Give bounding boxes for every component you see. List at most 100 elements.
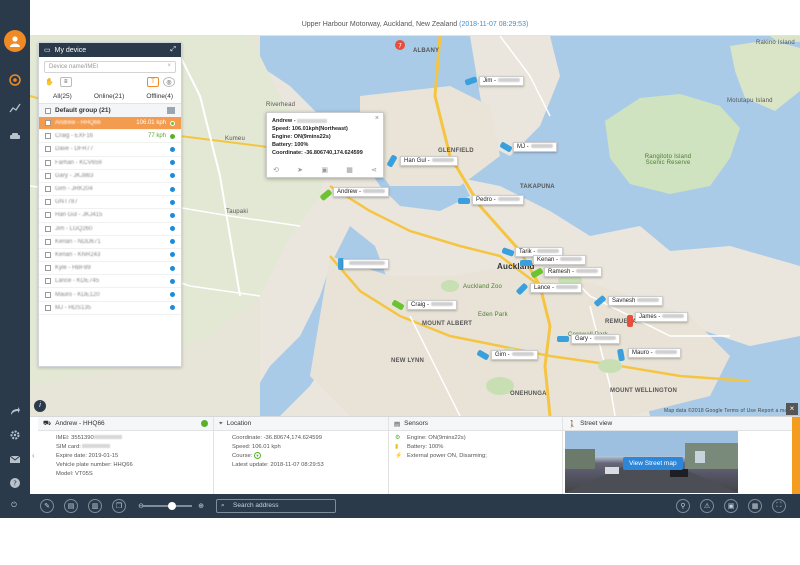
report-icon[interactable]: [7, 100, 23, 116]
alarm-icon[interactable]: ⚠: [700, 499, 714, 513]
device-checkbox[interactable]: [45, 278, 51, 285]
map-info-button[interactable]: i: [34, 400, 46, 412]
history-icon[interactable]: ⟲: [273, 166, 279, 174]
vehicle-marker[interactable]: [458, 198, 470, 204]
place-label: Rangitoto Island Scenic Reserve: [644, 154, 692, 166]
device-checkbox[interactable]: [45, 146, 51, 153]
device-row[interactable]: Gary - JKJ863: [39, 170, 181, 183]
vehicle-label[interactable]: Savnesh: [608, 296, 664, 306]
locate-button[interactable]: ◎: [163, 77, 175, 87]
device-row[interactable]: Mauro - KDE120: [39, 288, 181, 302]
vehicle-label[interactable]: Jim -: [479, 76, 524, 86]
copy-icon[interactable]: ❐: [112, 499, 126, 513]
device-checkbox[interactable]: [45, 238, 51, 245]
device-row[interactable]: MJ - HDS135: [39, 302, 181, 315]
vehicle-marker[interactable]: [557, 336, 569, 342]
fullscreen-icon[interactable]: ⛶: [772, 499, 786, 513]
vehicle-marker[interactable]: [520, 260, 532, 266]
vehicle-label[interactable]: Craig -: [407, 300, 458, 310]
vehicle-label[interactable]: Andrew -: [333, 187, 390, 197]
device-row[interactable]: Lance - KDE745: [39, 275, 181, 289]
zoom-slider-knob[interactable]: [168, 502, 176, 510]
expand-icon[interactable]: ⤢: [170, 46, 176, 54]
vehicle-label[interactable]: Lance -: [530, 283, 583, 293]
course-arrow-icon: ▼: [253, 452, 261, 459]
collapse-left-icon[interactable]: ‹: [32, 451, 35, 460]
device-row[interactable]: Andrew - HHQ66 106.01 kph: [39, 117, 181, 131]
group-checkbox[interactable]: [45, 107, 51, 114]
vehicle-label[interactable]: Gim -: [491, 350, 538, 360]
vehicle-label[interactable]: Kenan -: [533, 255, 587, 265]
vehicle-label[interactable]: MJ -: [513, 142, 557, 152]
popup-close-button[interactable]: ×: [375, 115, 379, 122]
device-row[interactable]: Gim - JRK204: [39, 183, 181, 197]
vehicle-label[interactable]: [343, 259, 389, 269]
device-checkbox[interactable]: [45, 159, 51, 166]
device-row[interactable]: Dave - DFR77: [39, 143, 181, 157]
device-checkbox[interactable]: [45, 186, 51, 193]
vehicle-label[interactable]: Ramesh -: [544, 267, 603, 277]
device-group[interactable]: Default group (21): [39, 104, 181, 117]
power-icon[interactable]: ⏻: [7, 499, 21, 513]
group-menu-icon[interactable]: [167, 107, 175, 114]
vehicle-label[interactable]: Gary -: [571, 334, 620, 344]
street-view-section: 🚶 Street view View Street map: [563, 417, 792, 495]
device-row[interactable]: GNT787: [39, 196, 181, 210]
device-checkbox[interactable]: [45, 120, 51, 127]
device-checkbox[interactable]: [45, 304, 51, 311]
mail-icon[interactable]: [7, 451, 23, 467]
device-search-input[interactable]: Device name/IMEI ×: [44, 61, 176, 73]
tab-online[interactable]: Online(21): [94, 93, 124, 100]
device-row[interactable]: Kenan - NDD671: [39, 236, 181, 249]
device-row[interactable]: Kenan - KNR243: [39, 249, 181, 263]
vehicle-marker[interactable]: [627, 315, 633, 327]
vehicle-label[interactable]: Pedro -: [472, 195, 524, 205]
power-icon: ⚡: [395, 453, 403, 459]
device-checkbox[interactable]: [45, 199, 51, 206]
command-icon[interactable]: ▣: [321, 166, 328, 174]
geofence-icon[interactable]: ⚲: [676, 499, 690, 513]
vehicle-label[interactable]: Mauro -: [628, 348, 681, 358]
device-checkbox[interactable]: [45, 265, 51, 272]
vehicle-label[interactable]: Han Gul -: [400, 156, 458, 166]
grid-icon[interactable]: ▦: [748, 499, 762, 513]
clear-search-icon[interactable]: ×: [167, 63, 171, 69]
settings-icon[interactable]: [7, 427, 23, 443]
vehicle-popup: × Andrew - Speed: 106.01kph(Northeast) E…: [266, 112, 384, 178]
map-close-button[interactable]: ×: [786, 403, 798, 415]
device-checkbox[interactable]: [45, 133, 51, 140]
vehicle-label[interactable]: James -: [635, 312, 689, 322]
tab-all[interactable]: All(25): [53, 93, 72, 100]
more-icon[interactable]: ▦: [346, 166, 353, 174]
device-checkbox[interactable]: [45, 291, 51, 298]
tracking-icon[interactable]: [7, 72, 23, 88]
device-checkbox[interactable]: [45, 251, 51, 258]
share-icon[interactable]: ⋖: [371, 166, 377, 174]
user-avatar[interactable]: [4, 30, 26, 52]
device-checkbox[interactable]: [45, 212, 51, 219]
zoom-in-icon[interactable]: ⊕: [196, 499, 206, 513]
device-checkbox[interactable]: [45, 225, 51, 232]
zoom-slider[interactable]: [142, 502, 192, 510]
layers-icon[interactable]: ▤: [64, 499, 78, 513]
help-icon[interactable]: ?: [7, 475, 23, 491]
vehicle-icon[interactable]: [7, 128, 23, 144]
tab-offline[interactable]: Offline(4): [146, 93, 173, 100]
panel-toggle-tab[interactable]: [792, 417, 800, 495]
device-row[interactable]: Farhan - KCV659: [39, 157, 181, 170]
ruler-icon[interactable]: ✎: [40, 499, 54, 513]
share-icon[interactable]: [7, 403, 23, 419]
hand-tool-icon[interactable]: ✋: [45, 78, 54, 86]
traffic-icon[interactable]: ▥: [88, 499, 102, 513]
device-row[interactable]: Han Gul - JKJ415: [39, 209, 181, 223]
device-row[interactable]: Craig - EXF16 77 kph: [39, 130, 181, 144]
filter-button[interactable]: T: [147, 77, 159, 87]
device-row[interactable]: Jim - LGQ260: [39, 223, 181, 236]
list-view-button[interactable]: ≡: [59, 77, 72, 87]
map-type-icon[interactable]: ▣: [724, 499, 738, 513]
device-checkbox[interactable]: [45, 172, 51, 179]
view-street-map-button[interactable]: View Street map: [623, 457, 683, 470]
address-search-input[interactable]: ⌕ Search address: [216, 499, 336, 513]
device-row[interactable]: Kyle - HBF89: [39, 262, 181, 276]
navigate-icon[interactable]: ➤: [297, 166, 303, 174]
